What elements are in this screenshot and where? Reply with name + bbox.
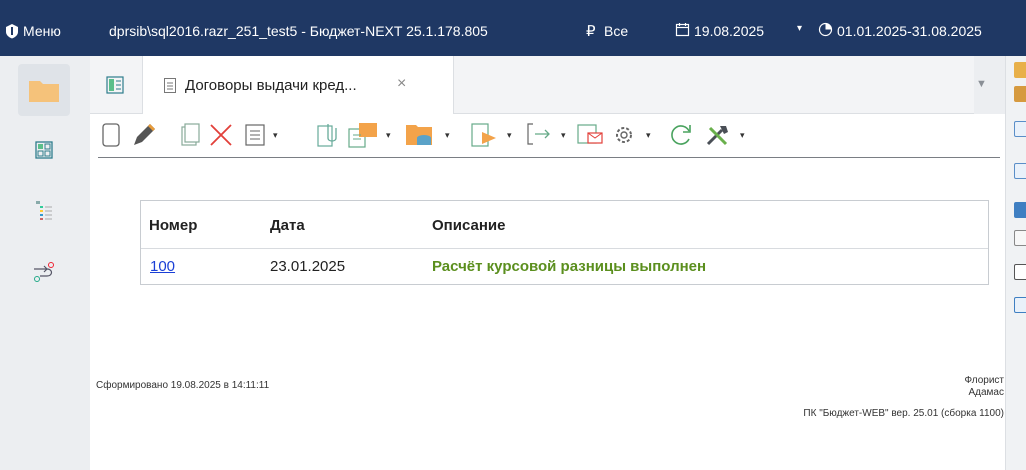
sql-icon[interactable] (1014, 121, 1026, 137)
row-description: Расчёт курсовой разницы выполнен (432, 258, 707, 275)
sidebar-item-folders[interactable] (18, 64, 70, 116)
route-icon (34, 262, 54, 282)
server-title: dprsib\sql2016.razr_251_test5 - Бюджет-N… (109, 23, 488, 39)
edit-button[interactable] (130, 120, 158, 150)
database-button[interactable] (403, 120, 437, 150)
report-button[interactable] (243, 120, 267, 150)
menu-icon[interactable] (5, 23, 19, 39)
attachment-icon (317, 124, 337, 147)
tools-icon (706, 126, 728, 146)
gear-icon (616, 127, 632, 143)
tree-list-icon (36, 201, 52, 220)
window-alert-icon[interactable] (1014, 297, 1026, 313)
currency-filter[interactable]: Все (604, 23, 628, 39)
report-icon (245, 124, 265, 146)
period-selector[interactable]: 01.01.2025-31.08.2025 (837, 23, 982, 39)
attach-button[interactable] (315, 120, 341, 150)
folder-database-icon (406, 125, 432, 145)
folder-icon (29, 81, 59, 102)
export-documents-icon (348, 123, 377, 148)
document-icon (164, 78, 176, 93)
right-toolbar (1005, 56, 1026, 470)
calendar-icon[interactable] (675, 22, 690, 37)
delete-x-icon (210, 124, 232, 146)
move-button[interactable] (524, 120, 554, 150)
sql-script-icon[interactable] (1014, 163, 1026, 179)
menu-button[interactable]: Меню (23, 23, 61, 39)
delete-button[interactable] (208, 120, 234, 150)
tools-chevron-down-icon[interactable]: ▾ (740, 130, 745, 141)
sidebar-item-routes[interactable] (18, 246, 70, 298)
report-chevron-down-icon[interactable]: ▾ (273, 130, 278, 141)
row-number-link[interactable]: 100 (150, 258, 175, 275)
column-header-number: Номер (149, 217, 198, 234)
title-bar: Меню dprsib\sql2016.razr_251_test5 - Бюд… (0, 0, 1026, 56)
tabs-dropdown-icon[interactable]: ▼ (976, 78, 987, 90)
tools-button[interactable] (703, 120, 733, 150)
refresh-icon (671, 125, 691, 145)
settings-chevron-down-icon[interactable]: ▾ (646, 130, 651, 141)
mail-document-icon (577, 124, 603, 144)
move-chevron-down-icon[interactable]: ▾ (561, 130, 566, 141)
column-header-date: Дата (270, 217, 305, 234)
row-date: 23.01.2025 (270, 258, 346, 275)
header-divider (141, 248, 988, 249)
dashboard-icon (35, 141, 53, 159)
filter-icon[interactable] (1014, 202, 1026, 218)
left-sidebar (0, 56, 90, 470)
tab-contracts[interactable]: Договоры выдачи кред... × (142, 56, 454, 114)
copy-button[interactable] (178, 120, 202, 150)
tab-strip: Договоры выдачи кред... × ▼ (90, 56, 1005, 114)
new-document-icon (102, 123, 120, 147)
new-button[interactable] (100, 120, 122, 150)
close-icon[interactable]: × (397, 75, 406, 93)
calendar-report-icon[interactable] (1014, 230, 1026, 246)
toolbar-divider (98, 157, 1000, 158)
scissors-icon[interactable] (1014, 264, 1026, 280)
mail-button[interactable] (575, 120, 605, 150)
export-button[interactable] (346, 120, 380, 150)
generated-timestamp: Сформировано 19.08.2025 в 14:11:11 (96, 380, 270, 391)
currency-icon[interactable]: ₽ (586, 22, 596, 40)
sidebar-item-tree[interactable] (18, 185, 70, 237)
settings-button[interactable] (609, 120, 639, 150)
user-line-1: Флорист (964, 375, 1004, 386)
users-icon[interactable] (1014, 86, 1026, 102)
refresh-button[interactable] (666, 120, 696, 150)
execute-chevron-down-icon[interactable]: ▾ (507, 130, 512, 141)
date-selector[interactable]: 19.08.2025 (694, 23, 764, 39)
user-icon[interactable] (1014, 62, 1026, 78)
toolbar: ▾ ▾ ▾ ▾ ▾ ▾ ▾ (100, 116, 1000, 158)
pencil-icon (134, 124, 155, 145)
database-chevron-down-icon[interactable]: ▾ (445, 130, 450, 141)
tab-label: Договоры выдачи кред... (185, 77, 357, 94)
document-run-icon (471, 123, 496, 147)
panel-toggle-icon[interactable] (106, 76, 124, 94)
user-line-2: Адамас (968, 387, 1004, 398)
bracket-arrow-icon (527, 123, 550, 145)
column-header-description: Описание (432, 217, 506, 234)
copy-icon (181, 123, 200, 146)
sidebar-item-dashboard[interactable] (18, 124, 70, 176)
version-info: ПК "Бюджет-WEB" вер. 25.01 (сборка 1100) (803, 408, 1004, 419)
execute-button[interactable] (468, 120, 502, 150)
chevron-down-icon[interactable]: ▾ (797, 23, 802, 34)
period-clock-icon[interactable] (818, 22, 833, 37)
export-chevron-down-icon[interactable]: ▾ (386, 130, 391, 141)
